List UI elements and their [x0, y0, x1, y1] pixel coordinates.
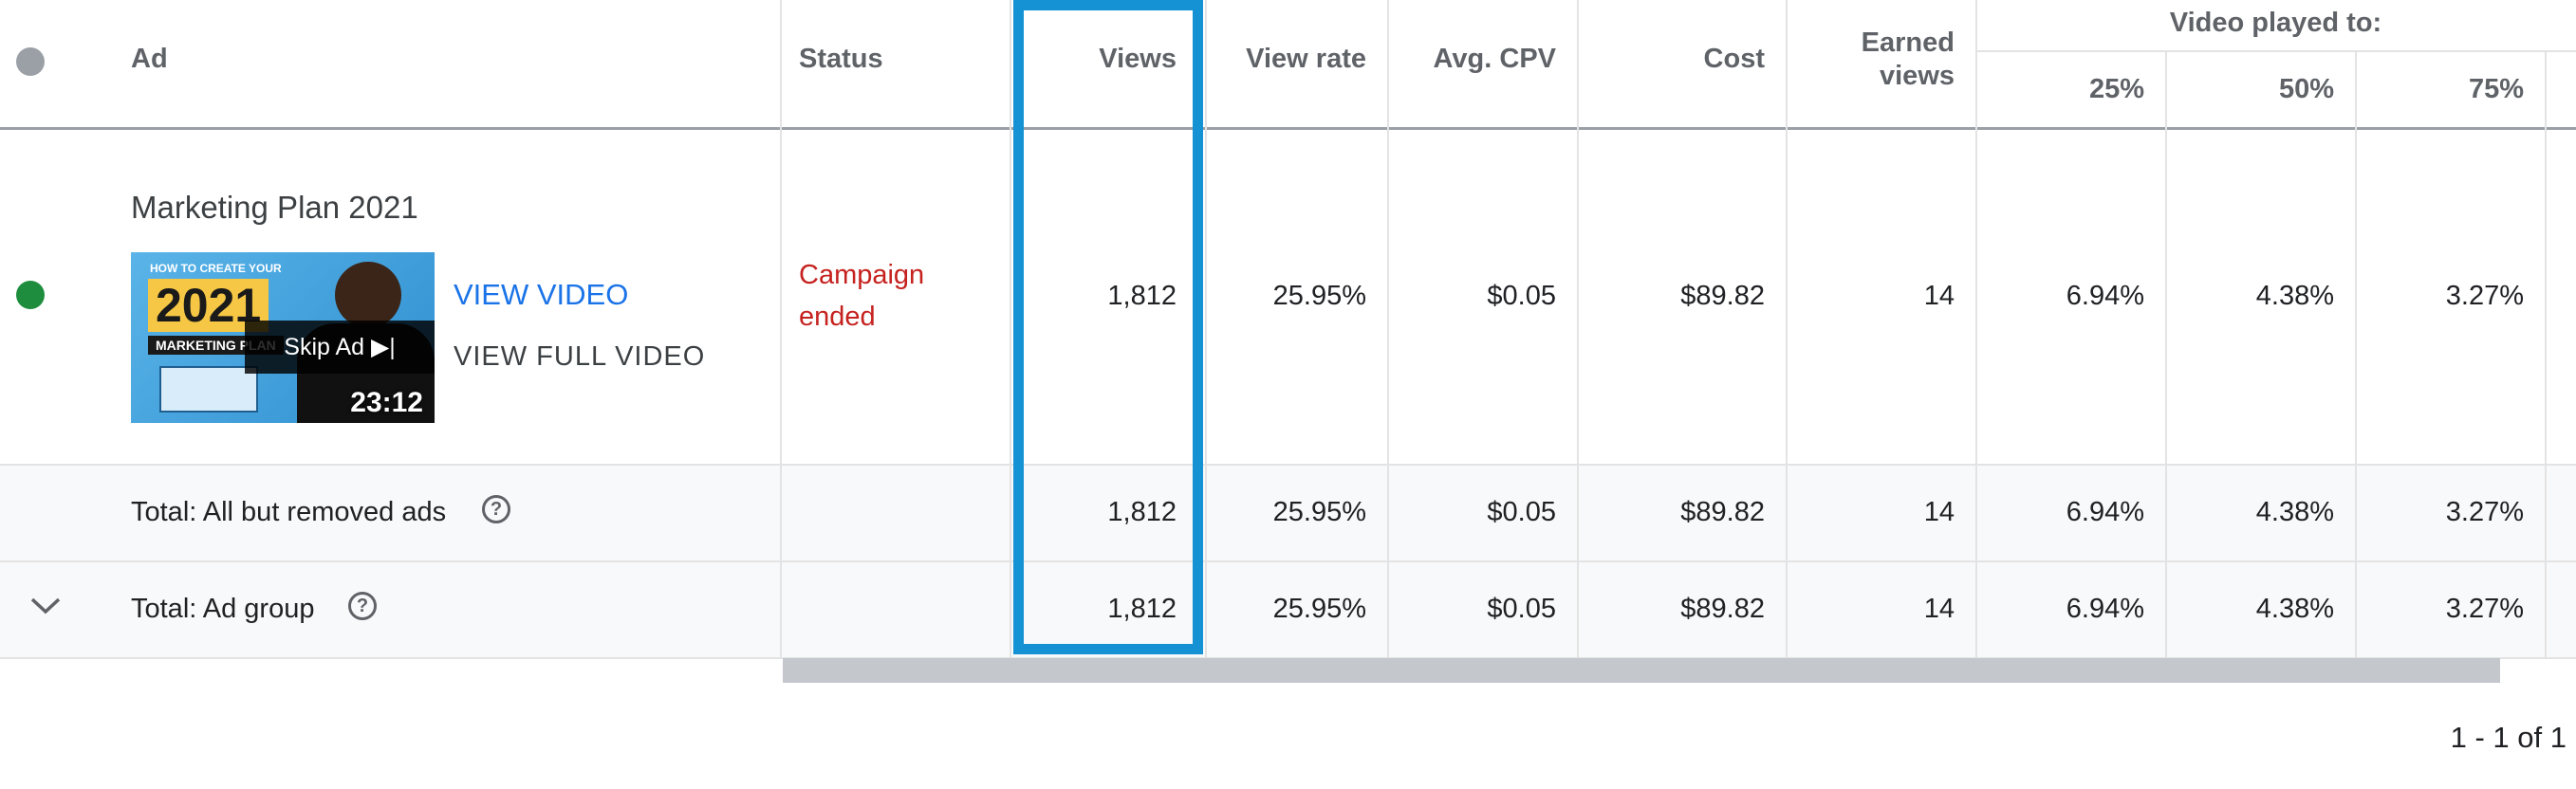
help-icon[interactable]: ? — [482, 495, 510, 523]
ad-avg-cpv: $0.05 — [1487, 281, 1556, 311]
status-header-dot-icon[interactable] — [16, 47, 45, 76]
header-ad[interactable]: Ad — [131, 44, 168, 75]
ad-earned-views: 14 — [1923, 281, 1955, 311]
col-divider — [2165, 50, 2167, 658]
status-campaign-ended: Campaign ended — [799, 254, 924, 338]
horizontal-scrollbar[interactable] — [783, 658, 2500, 683]
col-divider — [780, 0, 782, 658]
total-all-view-rate: 25.95% — [1272, 497, 1366, 527]
header-status[interactable]: Status — [799, 44, 883, 75]
chevron-down-icon[interactable] — [28, 596, 63, 616]
ad-played-75: 3.27% — [2445, 281, 2524, 311]
header-view-rate[interactable]: View rate — [1207, 44, 1366, 75]
total-all-played-25: 6.94% — [2066, 497, 2144, 527]
header-earned-views-line1: Earned — [1861, 28, 1955, 58]
col-divider — [1205, 0, 1207, 658]
presenter-head — [335, 262, 401, 328]
total-group-earned-views: 14 — [1923, 594, 1955, 624]
views-column-highlight — [1013, 0, 1203, 654]
header-earned-views[interactable]: Earned views — [1788, 27, 1955, 93]
total-all-label: Total: All but removed ads — [131, 497, 447, 527]
help-icon[interactable]: ? — [348, 592, 377, 620]
col-divider — [1010, 0, 1011, 658]
total-group-label: Total: Ad group — [131, 594, 315, 624]
status-line2: ended — [799, 302, 876, 332]
thumbnail-illustration — [159, 366, 258, 413]
video-duration: 23:12 — [350, 387, 423, 418]
header-50[interactable]: 50% — [2167, 74, 2334, 105]
col-divider — [2355, 50, 2357, 658]
header-earned-views-line2: views — [1880, 61, 1955, 91]
status-line1: Campaign — [799, 260, 925, 290]
pagination-text: 1 - 1 of 1 — [2450, 721, 2567, 754]
total-all-played-75: 3.27% — [2445, 497, 2524, 527]
col-divider — [1786, 0, 1788, 658]
row-divider — [0, 464, 2576, 466]
col-divider — [1577, 0, 1579, 658]
row-divider — [0, 560, 2576, 562]
header-video-played-to: Video played to: — [2169, 8, 2382, 38]
header-25[interactable]: 25% — [1977, 74, 2144, 105]
ad-title: Marketing Plan 2021 — [131, 190, 418, 225]
total-group-played-75: 3.27% — [2445, 594, 2524, 624]
group-header-divider — [1975, 50, 2576, 52]
video-thumbnail[interactable]: HOW TO CREATE YOUR 2021 MARKETING PLAN S… — [131, 252, 435, 423]
ad-played-50: 4.38% — [2255, 281, 2334, 311]
total-group-view-rate: 25.95% — [1272, 594, 1366, 624]
header-cost[interactable]: Cost — [1579, 44, 1765, 75]
view-full-video-link[interactable]: VIEW FULL VIDEO — [454, 341, 705, 373]
thumbnail-top-text: HOW TO CREATE YOUR — [150, 262, 282, 275]
header-avg-cpv[interactable]: Avg. CPV — [1389, 44, 1556, 75]
header-divider — [0, 127, 2576, 130]
col-divider — [2545, 50, 2547, 658]
header-75[interactable]: 75% — [2357, 74, 2524, 105]
total-group-played-50: 4.38% — [2255, 594, 2334, 624]
ad-played-25: 6.94% — [2066, 281, 2144, 311]
total-all-avg-cpv: $0.05 — [1487, 497, 1556, 527]
total-all-played-50: 4.38% — [2255, 497, 2334, 527]
col-divider — [1387, 0, 1389, 658]
active-status-dot-icon[interactable] — [16, 281, 45, 309]
view-video-link[interactable]: VIEW VIDEO — [454, 278, 628, 312]
total-group-played-25: 6.94% — [2066, 594, 2144, 624]
total-group-cost: $89.82 — [1680, 594, 1765, 624]
ad-view-rate: 25.95% — [1272, 281, 1366, 311]
total-all-earned-views: 14 — [1923, 497, 1955, 527]
total-group-avg-cpv: $0.05 — [1487, 594, 1556, 624]
total-all-cost: $89.82 — [1680, 497, 1765, 527]
ad-cost: $89.82 — [1680, 281, 1765, 311]
skip-ad-overlay[interactable]: Skip Ad ▶| — [245, 321, 435, 374]
